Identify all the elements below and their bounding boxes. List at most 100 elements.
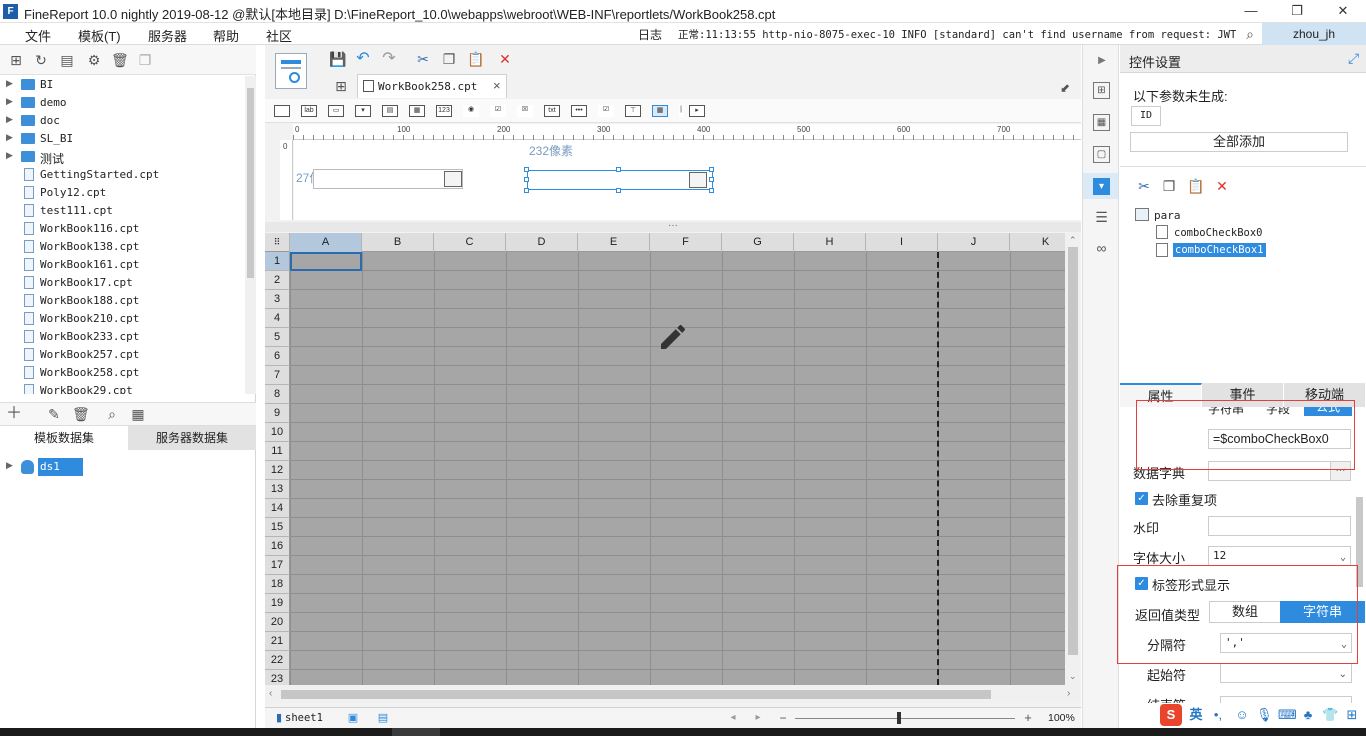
resize-handle[interactable] [709, 167, 714, 172]
tree-file[interactable]: test111.cpt [0, 202, 245, 220]
restore-button[interactable]: ❐ [1274, 0, 1320, 23]
row-header[interactable]: 9 [265, 404, 290, 423]
tree-file[interactable]: WorkBook258.cpt [0, 364, 245, 382]
tab-template-datasets[interactable]: 模板数据集 [0, 426, 128, 450]
cut-icon[interactable]: ✂ [415, 51, 431, 67]
tree-file[interactable]: WorkBook188.cpt [0, 292, 245, 310]
resize-handle[interactable] [709, 188, 714, 193]
dedupe-checkbox[interactable]: ✓ [1135, 492, 1148, 505]
tree-file[interactable]: WorkBook210.cpt [0, 310, 245, 328]
resize-handle[interactable] [524, 188, 529, 193]
number-widget-icon[interactable]: 123 [436, 105, 452, 117]
sheet-tab[interactable]: sheet1 [285, 712, 323, 724]
tree-folder[interactable]: ▶ demo [0, 94, 245, 112]
collapse-arrow-icon[interactable]: ▶ [1094, 53, 1110, 69]
menu-server[interactable]: 服务器 [148, 26, 187, 45]
resize-handle[interactable] [524, 167, 529, 172]
tab-server-datasets[interactable]: 服务器数据集 [128, 426, 256, 450]
microphone-icon[interactable]: 🎙 [1256, 707, 1273, 723]
row-header[interactable]: 20 [265, 613, 290, 632]
text-label-widget-icon[interactable]: lab [301, 105, 317, 117]
ime-lang-toggle[interactable]: 英 [1188, 707, 1204, 723]
cut-icon[interactable]: ✂ [1136, 178, 1152, 194]
float-element-icon[interactable]: ▢ [1093, 146, 1110, 163]
grid-view-icon[interactable]: ⊞ [333, 78, 349, 94]
keyboard-icon[interactable]: ⌨ [1278, 707, 1297, 723]
zoom-slider-track[interactable] [795, 718, 1015, 719]
resize-handle[interactable] [616, 167, 621, 172]
row-header[interactable]: 12 [265, 461, 290, 480]
add-dashboard-sheet-icon[interactable]: ▤ [375, 710, 391, 726]
condition-attribute-icon[interactable]: ☰ [1093, 210, 1110, 227]
close-tab-icon[interactable]: × [493, 78, 501, 93]
column-header[interactable]: B [362, 233, 434, 252]
tree-node-combocheckbox0[interactable]: comboCheckBox0 [1174, 227, 1263, 239]
clothes-icon[interactable]: 👕 [1322, 707, 1338, 723]
add-all-button[interactable]: 全部添加 [1130, 132, 1348, 152]
start-char-select[interactable]: ⌄ [1220, 663, 1352, 683]
spreadsheet-grid[interactable]: ⠿ A B C D E F G H I J K 1 2 3 4 5 6 7 8 9 10 11 12 1… [265, 233, 1065, 685]
add-dataset-icon[interactable]: ＋ [6, 406, 22, 422]
delete-icon[interactable]: ✕ [1214, 178, 1230, 194]
save-icon[interactable]: 💾 [329, 51, 346, 67]
row-header[interactable]: 14 [265, 499, 290, 518]
zoom-out-icon[interactable]: − [775, 710, 791, 726]
tree-file[interactable]: Poly12.cpt [0, 184, 245, 202]
new-folder-icon[interactable]: ⊞ [8, 52, 24, 68]
combocheckbox1-widget[interactable] [527, 170, 713, 190]
tree-file[interactable]: WorkBook17.cpt [0, 274, 245, 292]
tree-folder[interactable]: ▶ 测试 [0, 148, 245, 166]
row-header[interactable]: 19 [265, 594, 290, 613]
tree-file[interactable]: WorkBook116.cpt [0, 220, 245, 238]
row-header[interactable]: 2 [265, 271, 290, 290]
horizontal-scrollbar[interactable]: ‹ › [265, 685, 1081, 703]
textarea-widget-icon[interactable]: txt [544, 105, 560, 117]
label-widget-icon[interactable] [274, 105, 290, 117]
watermark-input[interactable] [1208, 516, 1351, 536]
next-sheet-icon[interactable]: ▸ [750, 710, 766, 726]
pin-icon[interactable]: ⤢ [1348, 50, 1359, 67]
tree-widget-icon[interactable]: ⊤ [625, 105, 641, 117]
add-report-sheet-icon[interactable]: ▣ [345, 710, 361, 726]
tree-file[interactable]: WorkBook29.cpt [0, 382, 245, 394]
parameter-canvas[interactable]: 27像素 232像素 [294, 140, 1081, 220]
textfield-widget-icon[interactable]: ▭ [328, 105, 344, 117]
menu-template[interactable]: 模板(T) [78, 26, 121, 45]
punctuation-icon[interactable]: •, [1210, 707, 1226, 723]
cell-element-icon[interactable]: ⊞ [1093, 82, 1110, 99]
column-header[interactable]: I [866, 233, 938, 252]
edit-icon[interactable]: ✎ [46, 406, 62, 422]
sogou-logo-icon[interactable]: S [1160, 704, 1182, 726]
toolbox-icon[interactable]: ⊞ [1344, 707, 1360, 723]
tree-scrollbar[interactable] [245, 76, 256, 394]
selected-cell-a1[interactable] [290, 252, 362, 271]
tree-file[interactable]: WorkBook257.cpt [0, 346, 245, 364]
row-header[interactable]: 15 [265, 518, 290, 537]
combotree-widget-icon[interactable]: ▦ [652, 105, 668, 117]
dataset-settings-icon[interactable]: ▦ [130, 406, 146, 422]
vertical-scrollbar[interactable]: ⌃ ⌄ [1065, 233, 1081, 685]
row-header[interactable]: 8 [265, 385, 290, 404]
tree-folder[interactable]: ▶ SL_BI [0, 130, 245, 148]
select-all-corner[interactable]: ⠿ [265, 233, 290, 252]
zoom-in-icon[interactable]: + [1020, 710, 1036, 726]
minimize-button[interactable]: — [1228, 0, 1274, 23]
tree-file[interactable]: WorkBook138.cpt [0, 238, 245, 256]
end-char-select[interactable] [1220, 696, 1352, 703]
undo-icon[interactable]: ↶ [355, 51, 371, 67]
tree-root-para[interactable]: para [1154, 209, 1181, 222]
dataset-item[interactable]: ▶ ds1 [0, 458, 245, 476]
combocheckbox0-widget[interactable] [313, 169, 463, 189]
settings-icon[interactable]: ⚙ [86, 52, 102, 68]
active-task-indicator[interactable] [392, 728, 440, 736]
password-widget-icon[interactable]: ••• [571, 105, 587, 117]
row-header[interactable]: 6 [265, 347, 290, 366]
paste-icon[interactable]: 📋 [467, 51, 484, 67]
row-header[interactable]: 10 [265, 423, 290, 442]
font-size-select[interactable]: 12 ⌄ [1208, 546, 1351, 566]
redo-icon[interactable]: ↷ [381, 51, 397, 67]
preview-icon[interactable]: ⌕ [104, 406, 120, 422]
preview-icon[interactable] [275, 53, 307, 89]
tree-file[interactable]: GettingStarted.cpt [0, 166, 245, 184]
row-header[interactable]: 3 [265, 290, 290, 309]
